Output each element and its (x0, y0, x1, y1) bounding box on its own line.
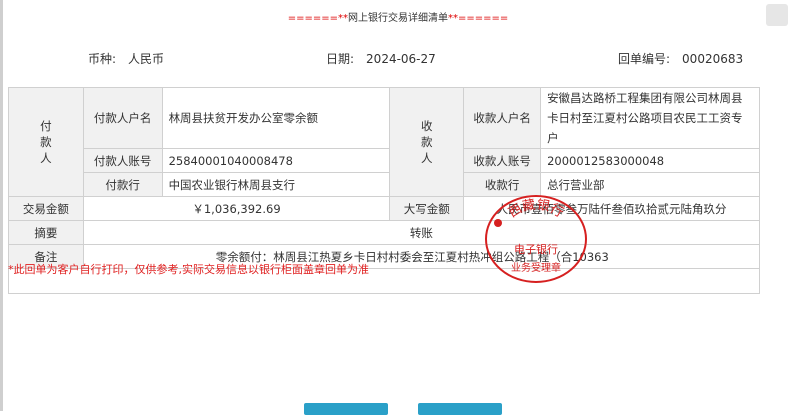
title-stars-left: ======** (287, 13, 348, 24)
table-row: 付款人账号 25840001040008478 收款人账号 2000012583… (9, 148, 760, 173)
payee-group-label: 收 款 人 (389, 87, 465, 197)
table-row: 交易金额 ￥1,036,392.69 大写金额 人民币壹佰零叁万陆仟叁佰玖拾贰元… (8, 196, 760, 221)
disclaimer-text: *此回单为客户自行打印，仅供参考,实际交易信息以银行柜面盖章回单为准 (8, 263, 369, 276)
page-title: ======**网上银行交易详细清单**====== (0, 9, 796, 24)
payer-account-value: 25840001040008478 (161, 148, 391, 173)
date-value: 2024-06-27 (366, 52, 436, 66)
summary-value: 转账 (82, 220, 761, 245)
currency-label: 币种: (88, 52, 117, 66)
receipt-label: 回单编号: (618, 52, 671, 66)
payer-group-label: 付 款 人 (8, 87, 84, 197)
payer-name-label: 付款人户名 (82, 87, 163, 149)
seal-bottom-text: 业务受理章 (511, 261, 561, 274)
table-row: 付款行 中国农业银行林周县支行 收款行 总行营业部 (9, 172, 760, 197)
seal-top-text: 西藏银行 (506, 198, 566, 221)
receipt-info: 回单编号: 00020683 (618, 50, 743, 67)
seal-mid-text: 电子银行 (514, 242, 558, 256)
date-label: 日期: (326, 52, 355, 66)
payee-account-value: 2000012583000048 (540, 148, 760, 173)
window-left-edge (0, 0, 3, 411)
summary-label: 摘要 (8, 220, 84, 245)
payer-bank-value: 中国农业银行林周县支行 (161, 172, 391, 197)
print-button[interactable] (304, 403, 388, 415)
date-info: 日期: 2024-06-27 (326, 50, 436, 67)
currency-info: 币种: 人民币 (88, 50, 164, 67)
bank-seal: 西藏银行 电子银行 业务受理章 (485, 195, 587, 283)
title-text: 网上银行交易详细清单 (348, 13, 448, 24)
table-row: 摘要 转账 (8, 220, 761, 245)
currency-value: 人民币 (128, 52, 165, 66)
amount-value: ￥1,036,392.69 (82, 196, 391, 221)
amount-label: 交易金额 (8, 196, 84, 221)
payee-name-label: 收款人户名 (463, 87, 542, 149)
svg-text:西藏银行: 西藏银行 (506, 198, 566, 221)
amount-upper-label: 大写金额 (389, 196, 465, 221)
close-button[interactable] (418, 403, 502, 415)
table-row: 付 款 人 付款人户名 林周县扶贫开发办公室零余额 收 款 人 收款人户名 安徽… (8, 87, 760, 197)
payee-account-label: 收款人账号 (463, 148, 542, 173)
receipt-value: 00020683 (682, 52, 744, 66)
payer-name-value: 林周县扶贫开发办公室零余额 (161, 87, 391, 149)
payer-bank-label: 付款行 (82, 172, 163, 197)
payee-name-value: 安徽昌达路桥工程集团有限公司林周县卡日村至江夏村公路项目农民工工资专户 (540, 87, 760, 149)
title-stars-right: **====== (448, 13, 509, 24)
payer-account-label: 付款人账号 (82, 148, 163, 173)
